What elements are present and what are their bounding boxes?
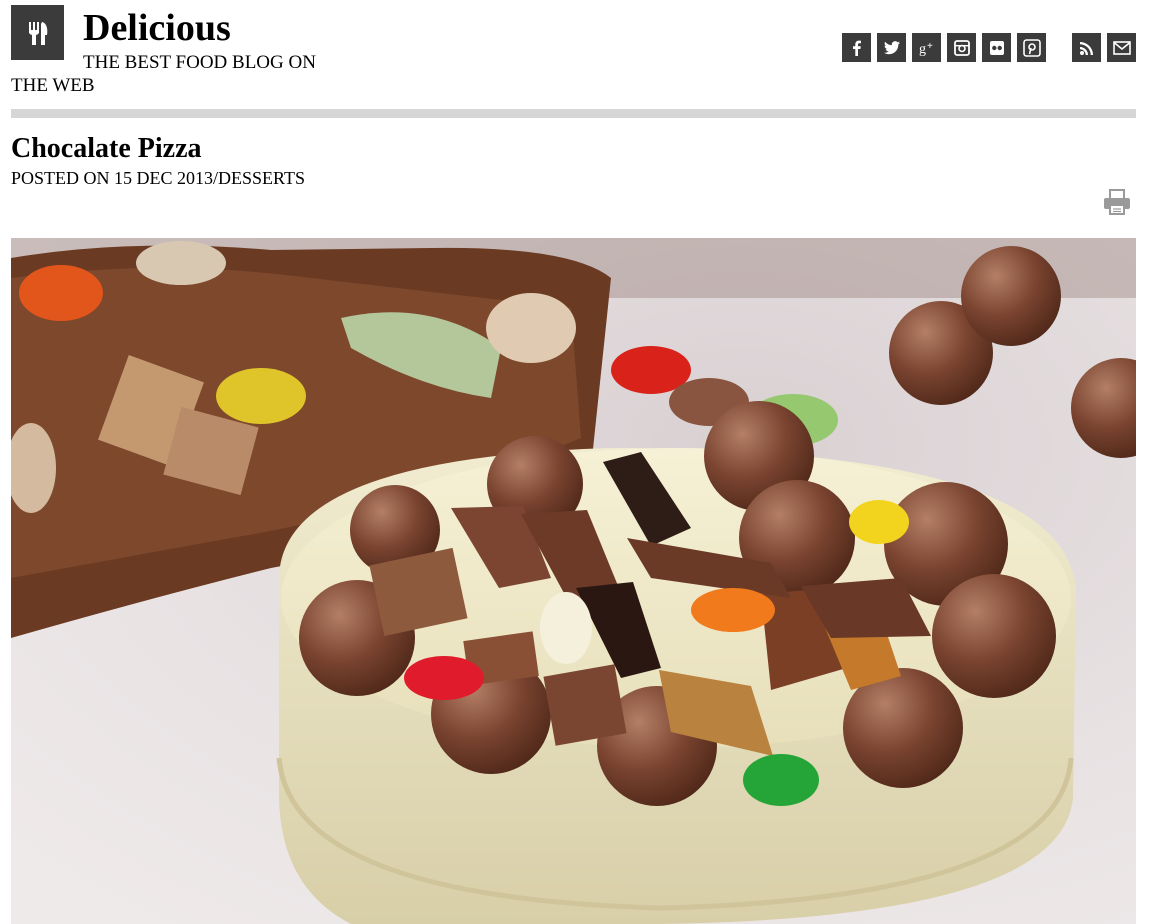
site-tagline: THE BEST FOOD BLOG ON THE WEB (11, 52, 316, 96)
post-meta-prefix: POSTED ON (11, 168, 110, 188)
fork-knife-icon (28, 21, 47, 45)
header-divider (11, 109, 1136, 118)
print-icon[interactable] (1102, 188, 1132, 216)
post-date: 15 DEC 2013 (114, 168, 214, 188)
site-title[interactable]: Delicious (83, 6, 231, 50)
mail-icon[interactable] (1107, 33, 1136, 62)
post-category-link[interactable]: DESSERTS (218, 168, 305, 188)
google-plus-icon[interactable]: g + (912, 33, 941, 62)
post-title[interactable]: Chocalate Pizza (11, 132, 202, 166)
rss-icon[interactable] (1072, 33, 1101, 62)
svg-text:g: g (919, 42, 926, 56)
post-hero-image (11, 238, 1136, 924)
twitter-icon[interactable] (877, 33, 906, 62)
flickr-icon[interactable] (982, 33, 1011, 62)
svg-text:+: + (927, 41, 933, 52)
pinterest-icon[interactable] (1017, 33, 1046, 62)
social-icons: g + (842, 33, 1136, 62)
post-meta: POSTED ON 15 DEC 2013/DESSERTS (11, 167, 305, 189)
instagram-icon[interactable] (947, 33, 976, 62)
facebook-icon[interactable] (842, 33, 871, 62)
